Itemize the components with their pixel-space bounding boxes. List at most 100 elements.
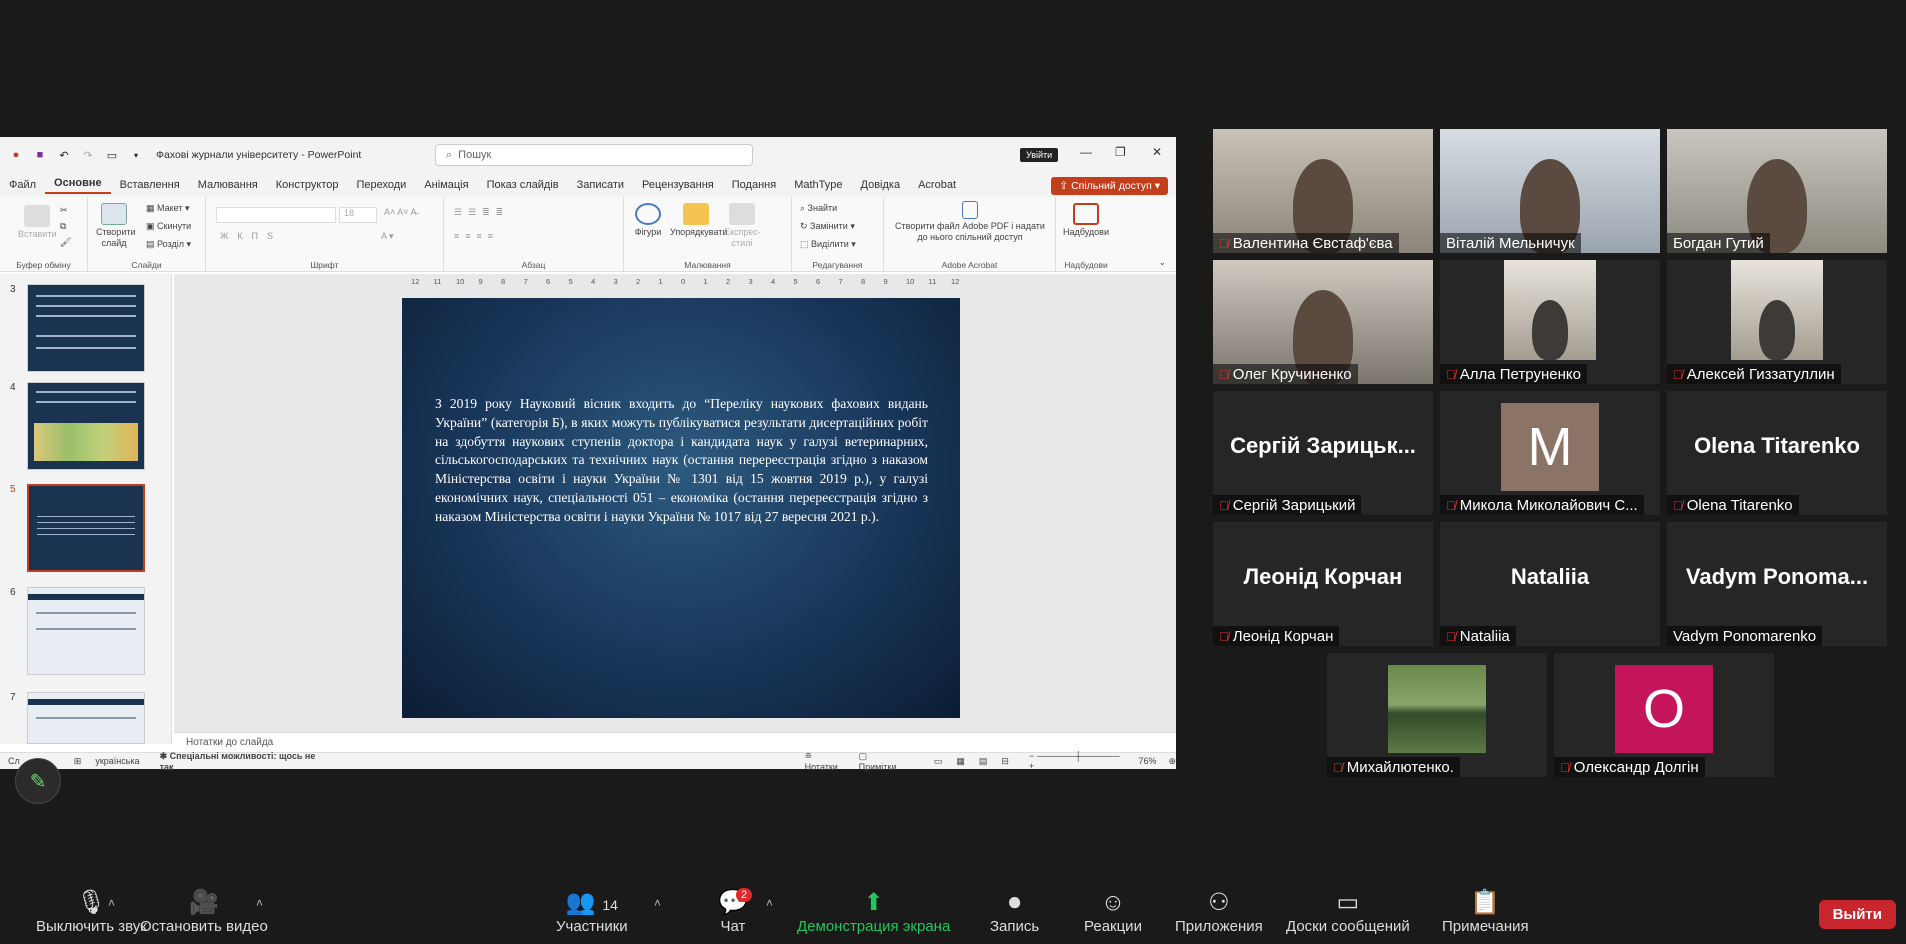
audio-options-chevron-icon[interactable]: ˄ [108,896,115,910]
minimize-icon[interactable]: — [1080,145,1092,159]
participant-name-label: Віталій Мельничук [1440,233,1581,253]
ribbon-tab-12[interactable]: Довідка [852,179,910,191]
reactions-button[interactable]: ☺ Реакции [1084,888,1142,935]
cut-icon[interactable]: ✂ [60,205,68,216]
zoom-slider[interactable]: − ──────┼────── + [1029,751,1124,771]
participants-options-chevron-icon[interactable]: ˄ [654,896,661,910]
ribbon-tab-11[interactable]: MathType [785,179,851,191]
collapse-ribbon-icon[interactable]: ⌄ [1158,257,1166,268]
select-button[interactable]: ⬚ Виділити ▾ [800,239,856,250]
font-size-field[interactable]: 18 [339,207,377,223]
chat-options-chevron-icon[interactable]: ˄ [766,896,773,910]
ribbon-tab-7[interactable]: Показ слайдів [478,179,568,191]
format-painter-icon[interactable]: 🖌 [60,237,71,248]
ribbon-tab-3[interactable]: Малювання [189,179,267,191]
chat-button[interactable]: 💬 Чат 2 [718,888,753,935]
present-icon[interactable]: ▭ [104,147,120,163]
participant-tile[interactable]: Nataliia 🎙̸ Nataliia [1440,522,1660,646]
signin-button[interactable]: Увійти [1020,148,1059,162]
participant-tile[interactable]: Богдан Гутий [1667,129,1887,253]
spellcheck-icon[interactable]: ⊞ [74,756,82,767]
ribbon-tab-13[interactable]: Acrobat [909,179,965,191]
list-controls[interactable]: ☰☰≣≣ [454,207,509,218]
ribbon-tab-6[interactable]: Анімація [415,179,477,191]
font-size-controls[interactable]: A˄ A˅ A̶ [384,207,417,218]
undo-icon[interactable]: ↶ [56,147,72,163]
paragraph-group: ☰☰≣≣ ≡≡≡≡ Абзац [444,197,624,272]
participant-tile[interactable]: Леонід Корчан 🎙̸ Леонід Корчан [1213,522,1433,646]
addins-button[interactable]: Надбудови [1060,203,1112,238]
fit-slide-icon[interactable]: ⊕ [1168,756,1176,767]
ribbon-tab-2[interactable]: Вставлення [111,179,189,191]
slide-thumbnail-4[interactable] [27,382,145,470]
font-name-field[interactable] [216,207,336,223]
apps-button[interactable]: ⚇ Приложения [1175,888,1263,935]
participant-tile[interactable]: 🎙̸ Михайлютенко. [1327,653,1547,777]
quick-styles-button[interactable]: Експрес-стилі [724,203,761,249]
section-button[interactable]: ▤ Розділ ▾ [146,239,191,250]
font-style-controls[interactable]: ЖКПS [220,231,282,242]
new-slide-button[interactable]: Створити слайд [96,203,136,249]
participant-tile[interactable]: M 🎙̸ Микола Миколайович С... [1440,391,1660,515]
ribbon-tab-1[interactable]: Основне [45,177,111,194]
ribbon-tab-5[interactable]: Переходи [347,179,415,191]
share-button[interactable]: ⇪ Спільний доступ ▾ [1051,177,1168,195]
leave-button[interactable]: Выйти [1818,900,1896,929]
ribbon-tab-9[interactable]: Рецензування [633,179,723,191]
annotate-pen-button[interactable]: ✎ [15,758,61,804]
align-controls[interactable]: ≡≡≡≡ [454,231,499,242]
ribbon-tab-4[interactable]: Конструктор [267,179,348,191]
font-color-controls[interactable]: A ▾ [381,231,394,242]
replace-button[interactable]: ↻ Замінити ▾ [800,221,855,232]
ribbon-tab-8[interactable]: Записати [568,179,633,191]
participant-tile[interactable]: Віталій Мельничук [1440,129,1660,253]
participant-tile[interactable]: Сергій Зарицьк... 🎙̸ Сергій Зарицький [1213,391,1433,515]
reset-button[interactable]: ▣ Скинути [146,221,191,232]
arrange-button[interactable]: Упорядкувати [670,203,727,238]
participant-tile[interactable]: Olena Titarenko 🎙̸ Olena Titarenko [1667,391,1887,515]
participant-tile[interactable]: 🎙̸ Валентина Євстаф'єва [1213,129,1433,253]
share-screen-button[interactable]: ⬆ Демонстрация экрана [797,888,950,935]
record-button[interactable]: ⏺ Запись [990,888,1039,935]
restore-icon[interactable]: ❐ [1115,145,1126,159]
participant-avatar: M [1501,403,1599,491]
ribbon-tab-10[interactable]: Подання [723,179,785,191]
current-slide[interactable]: З 2019 року Науковий вісник входить до “… [402,298,960,718]
slide-thumbnail-6[interactable] [27,587,145,675]
mute-button[interactable]: 🎙 Выключить звук [36,888,147,935]
comments-toggle[interactable]: ▢ Примітки [859,751,906,772]
ribbon-tab-0[interactable]: Файл [0,179,45,191]
muted-microphone-icon: 🎙̸ [1219,235,1229,251]
participants-button[interactable]: 👥 14 Участники [556,888,628,935]
notes-toggle[interactable]: ≘ Нотатки [805,751,847,772]
slide-text-box[interactable]: З 2019 року Науковий вісник входить до “… [435,395,928,527]
view-buttons[interactable]: ▭▦▤⊟ [934,756,1023,767]
participant-tile[interactable]: Vadym Ponoma... Vadym Ponomarenko [1667,522,1887,646]
slide-thumbnail-7[interactable] [27,692,145,744]
copy-icon[interactable]: ⧉ [60,221,66,232]
paste-button[interactable]: Вставити [18,205,57,240]
video-options-chevron-icon[interactable]: ˄ [256,896,263,910]
find-button[interactable]: ⌕ Знайти [800,203,837,214]
customize-qat-icon[interactable]: ▾ [128,147,144,163]
whiteboards-button[interactable]: ▭ Доски сообщений [1286,888,1410,935]
participant-tile[interactable]: 🎙̸ Олег Кручиненко [1213,260,1433,384]
slide-thumbnail-3[interactable] [27,284,145,372]
redo-icon[interactable]: ↷ [80,147,96,163]
create-pdf-button[interactable]: Створити файл Adobe PDF і надати до ньог… [890,201,1050,243]
slide-thumbnail-5[interactable] [27,484,145,572]
stop-video-button[interactable]: 🎥 Остановить видео [140,888,268,935]
search-input[interactable]: ⌕ Пошук [435,144,753,166]
notes-button[interactable]: 📋 Примечания [1442,888,1529,935]
participant-tile[interactable]: 🎙̸ Алексей Гиззатуллин [1667,260,1887,384]
layout-button[interactable]: ▦ Макет ▾ [146,203,190,214]
notes-pane[interactable]: Нотатки до слайда [174,732,1176,752]
participant-tile[interactable]: 🎙̸ Алла Петруненко [1440,260,1660,384]
participant-name-label: 🎙̸ Nataliia [1440,626,1516,646]
save-icon[interactable]: ■ [32,147,48,163]
participant-tile[interactable]: O 🎙̸ Олександр Долгін [1554,653,1774,777]
clipboard-group: Вставити ✂ ⧉ 🖌 Буфер обміну [0,197,88,272]
close-icon[interactable]: ✕ [1152,145,1162,159]
shapes-button[interactable]: Фігури [630,203,666,238]
accessibility-status[interactable]: ✱ Спеціальні можливості: щось не так [160,751,327,772]
